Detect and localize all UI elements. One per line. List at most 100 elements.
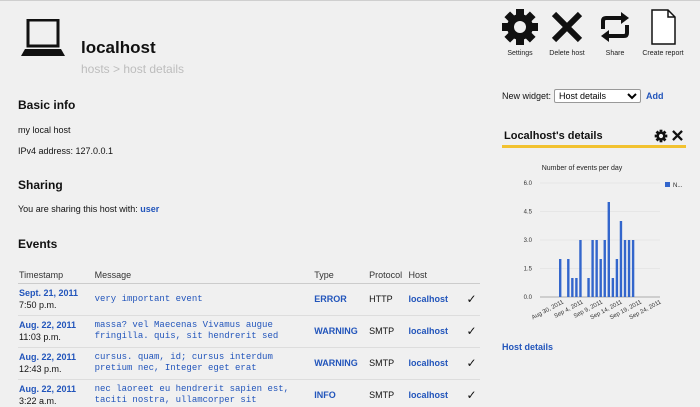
event-message-link[interactable]: cursus. quam, id; cursus interdum pretiu… bbox=[93, 347, 314, 380]
column-timestamp[interactable]: Timestamp bbox=[18, 267, 94, 284]
host-description: my local host bbox=[18, 125, 71, 135]
chart-bar bbox=[619, 221, 623, 297]
computer-icon bbox=[21, 19, 65, 56]
event-protocol: SMTP bbox=[368, 379, 408, 407]
chart-bar bbox=[571, 278, 574, 297]
event-host-link[interactable]: localhost bbox=[407, 315, 466, 348]
new-widget-row: New widget: Host details Add bbox=[502, 89, 664, 103]
settings-button[interactable]: Settings bbox=[494, 7, 546, 57]
column-status bbox=[465, 267, 480, 284]
widget-title: Localhost's details bbox=[504, 130, 603, 142]
chart-bar bbox=[607, 202, 610, 297]
event-date-link[interactable]: Aug. 22, 2011 bbox=[19, 384, 92, 394]
document-icon bbox=[651, 9, 676, 45]
chart-bar bbox=[587, 278, 590, 297]
event-type[interactable]: ERROR bbox=[313, 283, 369, 316]
events-table: Timestamp Message Type Protocol Host Sep… bbox=[18, 267, 480, 407]
event-time: 3:22 a.m. bbox=[19, 396, 57, 406]
column-type[interactable]: Type bbox=[313, 267, 369, 284]
chart-x-axis: Aug 30, 2011Sep 4, 2011Sep 9, 2011Sep 14… bbox=[531, 299, 663, 321]
host-details-link[interactable]: Host details bbox=[502, 342, 553, 352]
event-type[interactable]: WARNING bbox=[313, 315, 369, 348]
event-date-link[interactable]: Sept. 21, 2011 bbox=[19, 288, 92, 298]
create-report-label: Create report bbox=[642, 50, 684, 57]
shared-user-link[interactable]: user bbox=[140, 204, 159, 214]
settings-label: Settings bbox=[507, 50, 533, 57]
gear-icon bbox=[502, 9, 538, 45]
event-date-link[interactable]: Aug. 22, 2011 bbox=[19, 320, 92, 330]
event-time: 12:43 p.m. bbox=[19, 364, 62, 374]
chart-title: Number of events per day bbox=[542, 165, 623, 172]
share-button[interactable]: Share bbox=[589, 7, 641, 57]
y-tick-label: 3.0 bbox=[524, 238, 533, 244]
events-header-row: Timestamp Message Type Protocol Host bbox=[18, 267, 480, 284]
event-message-link[interactable]: massa? vel Maecenas Vivamus augue fringi… bbox=[93, 315, 314, 348]
event-protocol: SMTP bbox=[368, 315, 408, 348]
page-title: localhost bbox=[81, 38, 156, 57]
widget-settings-icon[interactable] bbox=[654, 129, 668, 143]
column-host[interactable]: Host bbox=[407, 267, 466, 284]
chart-bar bbox=[615, 259, 619, 297]
events-title: Events bbox=[18, 237, 58, 251]
basic-info-title: Basic info bbox=[18, 98, 76, 112]
column-message[interactable]: Message bbox=[93, 267, 314, 284]
table-row: Aug. 22, 2011 12:43 p.m. cursus. quam, id… bbox=[18, 347, 480, 380]
check-icon: ✓ bbox=[465, 283, 480, 316]
column-protocol[interactable]: Protocol bbox=[368, 267, 408, 284]
table-row: Sept. 21, 2011 7:50 p.m. very important e… bbox=[18, 283, 480, 316]
widget-close-icon[interactable] bbox=[671, 129, 684, 142]
y-tick-label: 4.5 bbox=[524, 210, 533, 216]
widget-type-select[interactable]: Host details bbox=[554, 89, 642, 103]
chart-bar bbox=[599, 259, 602, 297]
event-host-link[interactable]: localhost bbox=[407, 347, 466, 380]
table-row: Aug. 22, 2011 11:03 p.m. massa? vel Maece… bbox=[18, 315, 480, 348]
delete-host-label: Delete host bbox=[549, 50, 585, 57]
event-type[interactable]: WARNING bbox=[313, 347, 369, 380]
event-host-link[interactable]: localhost bbox=[407, 283, 466, 316]
legend-swatch bbox=[665, 182, 670, 187]
chart-bar bbox=[591, 240, 594, 297]
chart-bar bbox=[631, 240, 635, 297]
check-icon: ✓ bbox=[465, 379, 480, 407]
widget-header: Localhost's details bbox=[502, 128, 686, 148]
add-widget-button[interactable]: Add bbox=[646, 91, 664, 101]
sharing-text: You are sharing this host with: user bbox=[18, 204, 159, 214]
sharing-title: Sharing bbox=[18, 178, 63, 192]
table-row: Aug. 22, 2011 3:22 a.m. nec laoreet eu he… bbox=[18, 379, 480, 407]
chart-bar bbox=[603, 240, 606, 297]
chart-bar bbox=[579, 240, 582, 297]
chart-bar bbox=[611, 278, 615, 297]
check-icon: ✓ bbox=[465, 347, 480, 380]
chart-bars bbox=[559, 202, 635, 297]
chart-bar bbox=[575, 278, 578, 297]
page-header: localhost hosts > host details bbox=[0, 1, 495, 91]
y-tick-label: 0.0 bbox=[524, 295, 533, 301]
event-message-link[interactable]: very important event bbox=[93, 283, 314, 316]
event-protocol: HTTP bbox=[368, 283, 408, 316]
close-icon bbox=[551, 11, 583, 43]
chart-bar bbox=[559, 259, 562, 297]
breadcrumb: hosts > host details bbox=[81, 62, 185, 76]
event-protocol: SMTP bbox=[368, 347, 408, 380]
share-label: Share bbox=[605, 50, 625, 57]
event-message-link[interactable]: nec laoreet eu hendrerit sapien est, tac… bbox=[93, 379, 314, 407]
chart-bar bbox=[595, 240, 598, 297]
events-per-day-chart: Number of events per day 0.0 1.5 3.0 4.5 6.0… bbox=[524, 165, 683, 321]
chart-bar bbox=[627, 240, 631, 297]
share-arrows-icon bbox=[601, 12, 629, 42]
check-icon: ✓ bbox=[465, 315, 480, 348]
chart-bar bbox=[623, 240, 627, 297]
event-date-link[interactable]: Aug. 22, 2011 bbox=[19, 352, 92, 362]
event-time: 11:03 p.m. bbox=[19, 332, 61, 342]
event-host-link[interactable]: localhost bbox=[407, 379, 466, 407]
y-tick-label: 1.5 bbox=[524, 267, 533, 273]
event-type[interactable]: INFO bbox=[313, 379, 369, 407]
new-widget-label: New widget: bbox=[502, 91, 552, 101]
chart-bar bbox=[567, 259, 570, 297]
legend-label: N... bbox=[673, 183, 683, 189]
y-tick-label: 6.0 bbox=[524, 181, 533, 187]
event-time: 7:50 p.m. bbox=[19, 300, 57, 310]
create-report-button[interactable]: Create report bbox=[637, 7, 689, 57]
ipv4-address: IPv4 address: 127.0.0.1 bbox=[18, 146, 114, 156]
delete-host-button[interactable]: Delete host bbox=[541, 7, 593, 57]
